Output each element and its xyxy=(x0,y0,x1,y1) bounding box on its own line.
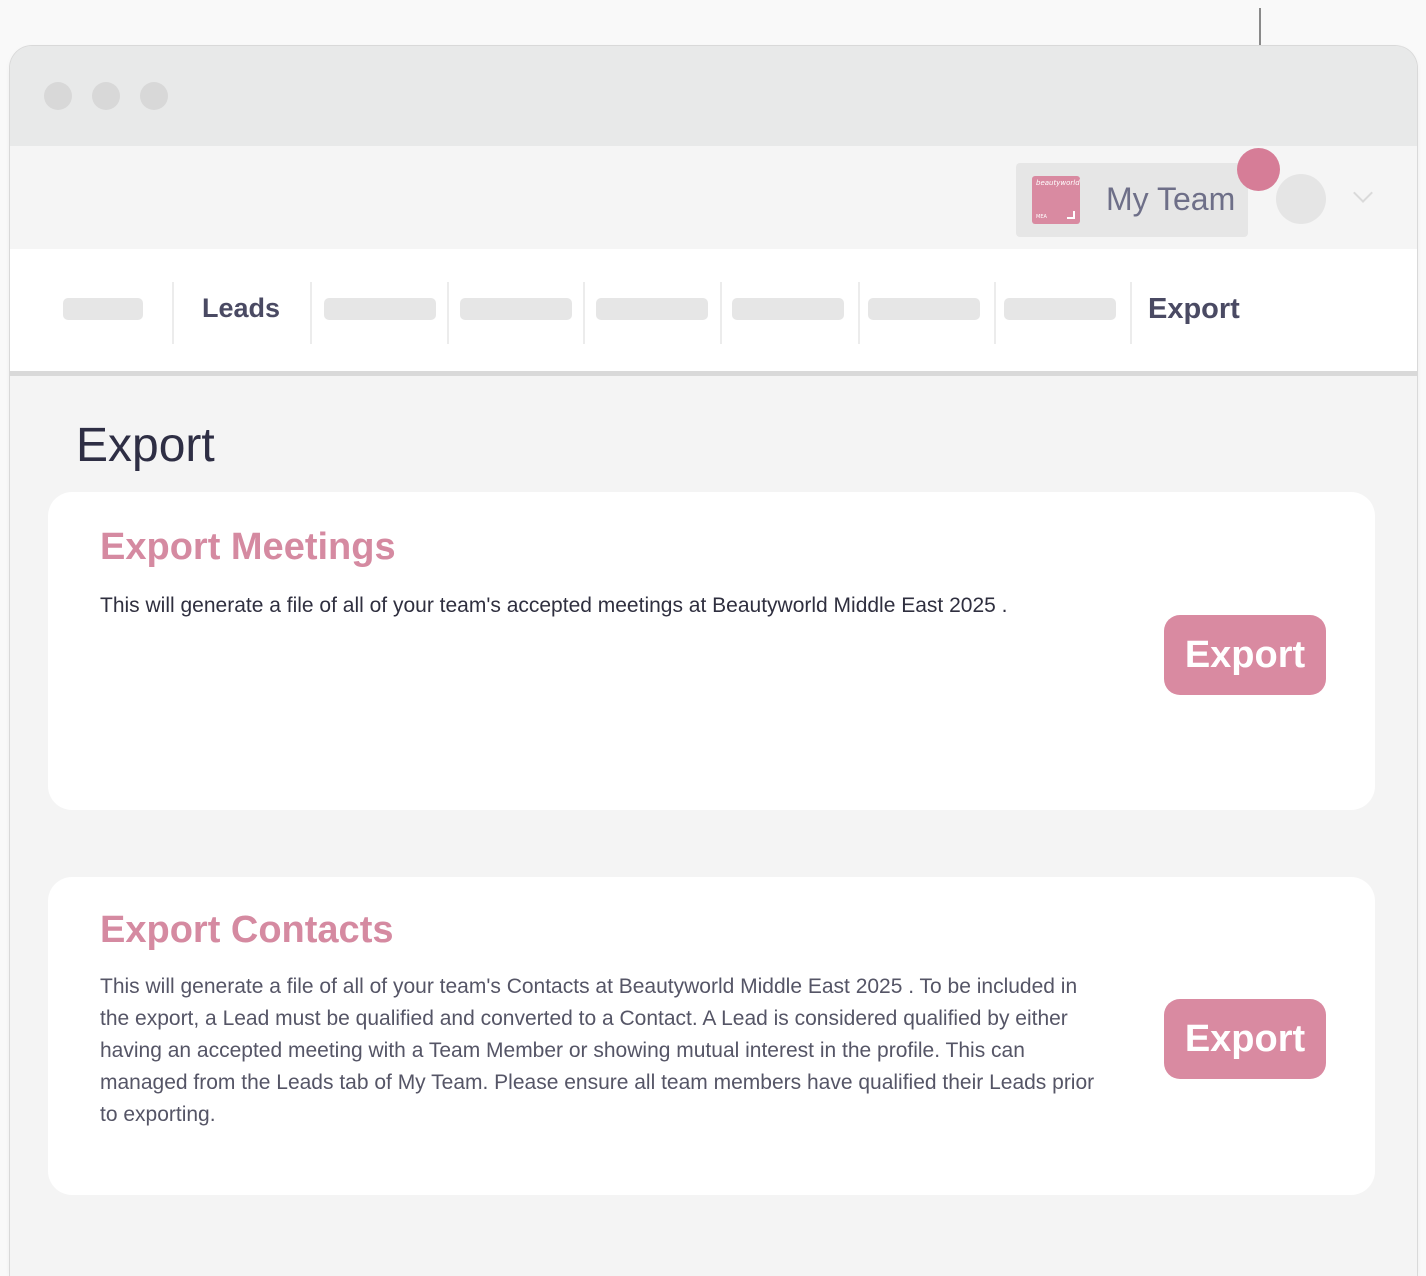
export-meetings-button[interactable]: Export xyxy=(1164,615,1326,695)
tab-divider xyxy=(858,282,860,344)
tab-divider xyxy=(310,282,312,344)
export-meetings-title: Export Meetings xyxy=(100,526,396,568)
export-meetings-description: This will generate a file of all of your… xyxy=(100,594,1008,617)
tab-placeholder-3[interactable] xyxy=(460,298,572,320)
tab-placeholder-7[interactable] xyxy=(1004,298,1116,320)
export-contacts-card: Export Contacts This will generate a fil… xyxy=(48,877,1375,1195)
tab-leads[interactable]: Leads xyxy=(202,293,280,324)
team-switcher-label: My Team xyxy=(1106,181,1236,217)
tab-placeholder-4[interactable] xyxy=(596,298,708,320)
window-close-button[interactable] xyxy=(44,82,72,110)
tab-divider xyxy=(583,282,585,344)
tab-divider xyxy=(447,282,449,344)
export-meetings-card: Export Meetings This will generate a fil… xyxy=(48,492,1375,810)
export-contacts-description: This will generate a file of all of your… xyxy=(100,975,1095,1126)
team-nav-tabs: Leads Export xyxy=(10,249,1417,376)
team-switcher[interactable]: beautyworld MEA My Team xyxy=(1016,163,1248,237)
event-logo: beautyworld MEA xyxy=(1032,176,1080,224)
tab-divider xyxy=(172,282,174,344)
page-title: Export xyxy=(76,419,215,472)
window-titlebar xyxy=(10,46,1417,146)
tab-placeholder-2[interactable] xyxy=(324,298,436,320)
tab-divider xyxy=(720,282,722,344)
window-maximize-button[interactable] xyxy=(140,82,168,110)
event-logo-text: beautyworld xyxy=(1036,179,1080,187)
window-minimize-button[interactable] xyxy=(92,82,120,110)
tab-placeholder-5[interactable] xyxy=(732,298,844,320)
tab-divider xyxy=(1130,282,1132,344)
chevron-down-icon[interactable] xyxy=(1353,183,1373,203)
export-contacts-title: Export Contacts xyxy=(100,909,394,951)
tab-placeholder-1[interactable] xyxy=(63,298,143,320)
browser-window: beautyworld MEA My Team Leads Export Exp… xyxy=(10,46,1417,1276)
app-header: beautyworld MEA My Team xyxy=(10,146,1417,249)
tab-placeholder-6[interactable] xyxy=(868,298,980,320)
callout-pointer-dot xyxy=(1237,148,1280,191)
user-avatar[interactable] xyxy=(1276,174,1326,224)
event-logo-subtext: MEA xyxy=(1036,214,1047,220)
tab-divider xyxy=(994,282,996,344)
export-contacts-button[interactable]: Export xyxy=(1164,999,1326,1079)
logo-mark-icon xyxy=(1067,211,1075,219)
tab-export[interactable]: Export xyxy=(1148,293,1240,326)
